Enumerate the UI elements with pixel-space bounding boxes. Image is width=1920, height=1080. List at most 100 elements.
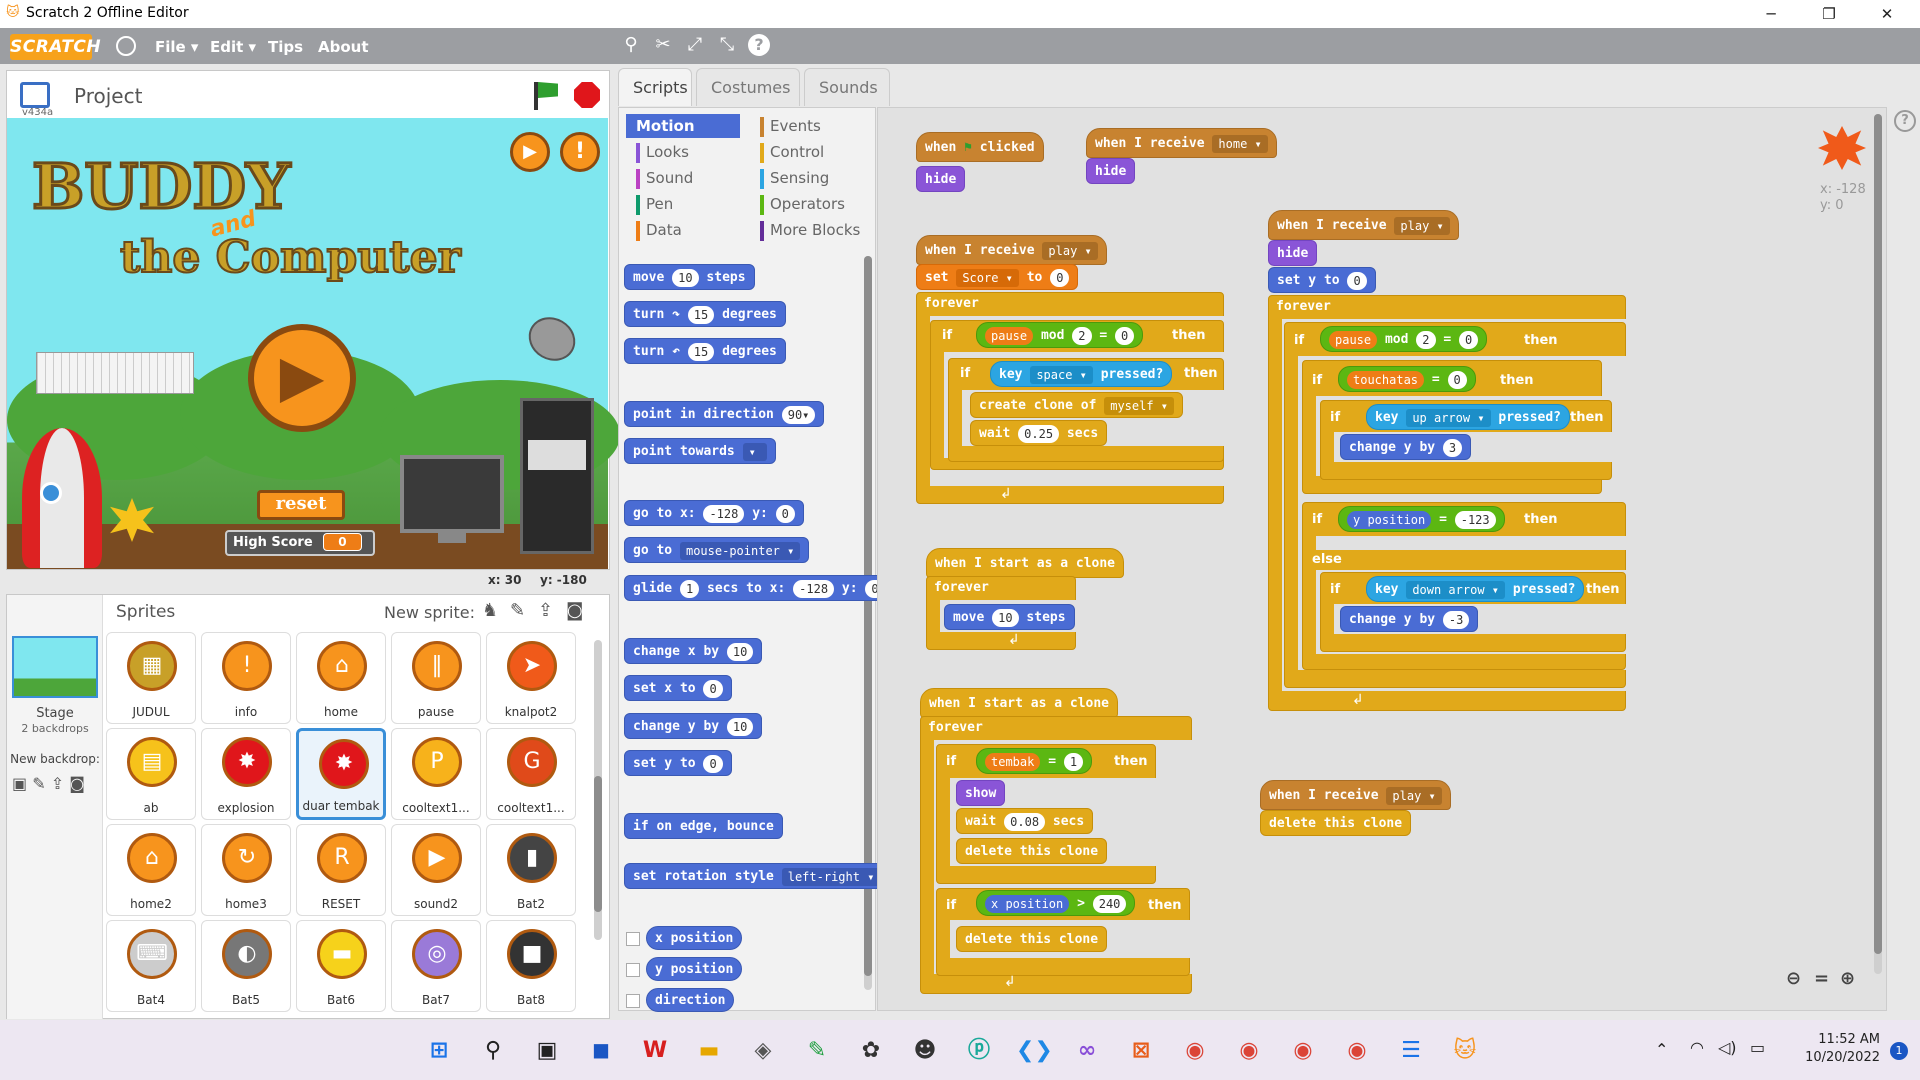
green-flag-icon[interactable] bbox=[538, 82, 558, 98]
reset-button[interactable]: reset bbox=[257, 490, 345, 520]
hat-when-receive-home[interactable]: when I receive home ▾ bbox=[1086, 128, 1277, 158]
minimize-button[interactable]: ─ bbox=[1746, 0, 1796, 28]
camera-sprite-icon[interactable]: ◙ bbox=[566, 600, 583, 621]
notification-badge[interactable]: 1 bbox=[1890, 1042, 1908, 1060]
hat-when-receive-play[interactable]: when I receive play ▾ bbox=[916, 235, 1107, 265]
variable-reporter[interactable]: tembak bbox=[985, 752, 1041, 771]
file-explorer-icon[interactable]: ▬ bbox=[692, 1034, 726, 1068]
hat-when-start-as-clone[interactable]: when I start as a clone bbox=[920, 688, 1119, 718]
sound-button-icon[interactable]: ▶ bbox=[510, 132, 550, 172]
task-view-icon[interactable]: ▣ bbox=[530, 1034, 564, 1068]
paint-sprite-icon[interactable]: ✎ bbox=[510, 600, 525, 621]
store-icon[interactable]: ◼ bbox=[584, 1034, 618, 1068]
category-more-blocks[interactable]: More Blocks bbox=[750, 218, 864, 242]
block-dropdown[interactable]: home ▾ bbox=[1212, 134, 1268, 153]
variable-reporter[interactable]: pause bbox=[1329, 330, 1378, 349]
block-create-clone[interactable]: create clone of myself ▾ bbox=[970, 392, 1184, 418]
block-delete-clone[interactable]: delete this clone bbox=[956, 926, 1108, 952]
sensing-key-pressed[interactable]: key up arrow ▾ pressed? bbox=[1366, 404, 1571, 430]
tab-sounds[interactable]: Sounds bbox=[804, 68, 890, 106]
block-wait[interactable]: wait 0.25 secs bbox=[970, 420, 1108, 446]
block-input[interactable]: 1 bbox=[679, 579, 700, 598]
block-input[interactable]: 240 bbox=[1092, 894, 1127, 913]
menu-edit[interactable]: Edit ▾ bbox=[210, 38, 256, 56]
menu-file[interactable]: File ▾ bbox=[155, 38, 198, 56]
block-turn-right[interactable]: turn ↷ 15 degrees bbox=[624, 301, 786, 327]
vscode-icon[interactable]: ❮❯ bbox=[1016, 1034, 1053, 1068]
sprites-scroll-thumb[interactable] bbox=[594, 776, 602, 912]
block-input[interactable]: 0 bbox=[1458, 330, 1479, 349]
block-dropdown[interactable]: play ▾ bbox=[1042, 241, 1098, 260]
block-turn-left[interactable]: turn ↶ 15 degrees bbox=[624, 338, 786, 364]
block-input[interactable]: 2 bbox=[1072, 326, 1092, 345]
block-point-direction[interactable]: point in direction 90▾ bbox=[624, 401, 825, 427]
wifi-icon[interactable]: ◠ bbox=[1690, 1038, 1704, 1057]
category-operators[interactable]: Operators bbox=[750, 192, 864, 216]
sprite-tile[interactable]: ! info bbox=[201, 632, 291, 724]
block-dropdown[interactable]: space ▾ bbox=[1030, 365, 1093, 384]
close-button[interactable]: ✕ bbox=[1862, 0, 1912, 28]
hat-when-start-as-clone[interactable]: when I start as a clone bbox=[926, 548, 1125, 578]
block-point-towards[interactable]: point towards ▾ bbox=[624, 438, 776, 464]
sprite-tile[interactable]: ◐ Bat5 bbox=[201, 920, 291, 1012]
sprite-tile[interactable]: ▤ ab bbox=[106, 728, 196, 820]
block-rotation-style[interactable]: set rotation style left-right ▾ bbox=[624, 863, 890, 889]
block-delete-clone[interactable]: delete this clone bbox=[956, 838, 1108, 864]
maximize-button[interactable]: ❐ bbox=[1804, 0, 1854, 28]
search-icon[interactable]: ⚲ bbox=[476, 1034, 510, 1068]
block-input[interactable]: 10 bbox=[726, 642, 754, 661]
xampp-icon[interactable]: ⊠ bbox=[1124, 1034, 1158, 1068]
operator-equals[interactable]: tembak = 1 bbox=[976, 748, 1093, 774]
sprite-tile[interactable]: ✸ duar tembak bbox=[296, 728, 386, 820]
block-wait[interactable]: wait 0.08 secs bbox=[956, 808, 1094, 834]
block-move[interactable]: move 10 steps bbox=[624, 264, 755, 290]
help-tool-icon[interactable]: ? bbox=[748, 34, 770, 56]
sprites-scrollbar[interactable] bbox=[594, 640, 602, 940]
menu-about[interactable]: About bbox=[318, 38, 369, 56]
sprite-tile[interactable]: ⌂ home bbox=[296, 632, 386, 724]
tab-scripts[interactable]: Scripts bbox=[618, 68, 692, 106]
operator-greater-than[interactable]: x position > 240 bbox=[976, 890, 1136, 916]
sensing-key-pressed[interactable]: key down arrow ▾ pressed? bbox=[1366, 576, 1585, 602]
block-input[interactable]: 2 bbox=[1416, 330, 1436, 349]
block-set-y[interactable]: set y to 0 bbox=[1268, 267, 1376, 293]
stage-thumbnail[interactable] bbox=[12, 636, 98, 698]
sprite-tile[interactable]: ▬ Bat6 bbox=[296, 920, 386, 1012]
checkbox-x-position[interactable] bbox=[626, 932, 640, 946]
sensing-key-pressed[interactable]: key space ▾ pressed? bbox=[990, 361, 1173, 387]
tray-chevron-icon[interactable]: ⌃ bbox=[1655, 1040, 1668, 1059]
block-input[interactable]: -3 bbox=[1442, 610, 1470, 629]
menu-tips[interactable]: Tips bbox=[268, 38, 303, 56]
operator-equals[interactable]: touchatas = 0 bbox=[1338, 366, 1476, 392]
block-input[interactable]: 10 bbox=[672, 268, 699, 287]
block-bounce[interactable]: if on edge, bounce bbox=[624, 813, 783, 839]
checkbox-y-position[interactable] bbox=[626, 963, 640, 977]
clock-date[interactable]: 10/20/2022 bbox=[1788, 1050, 1880, 1065]
block-dropdown[interactable]: play ▾ bbox=[1394, 216, 1450, 235]
sprite-tile[interactable]: ▦ JUDUL bbox=[106, 632, 196, 724]
block-dropdown[interactable]: myself ▾ bbox=[1104, 396, 1175, 415]
block-input[interactable]: -128 bbox=[703, 504, 745, 523]
block-input[interactable]: -123 bbox=[1454, 510, 1496, 529]
variable-reporter[interactable]: pause bbox=[985, 326, 1034, 345]
block-hide[interactable]: hide bbox=[1268, 240, 1318, 266]
notepad-icon[interactable]: ☰ bbox=[1394, 1034, 1428, 1068]
checkbox-direction[interactable] bbox=[626, 994, 640, 1008]
block-input[interactable]: 0 bbox=[1347, 271, 1367, 290]
wps-icon[interactable]: W bbox=[638, 1034, 672, 1068]
block-go-to[interactable]: go to mouse-pointer ▾ bbox=[624, 537, 810, 563]
sprite-tile[interactable]: Pcooltext1... bbox=[391, 728, 481, 820]
x-position-reporter[interactable]: x position bbox=[985, 894, 1070, 913]
category-events[interactable]: Events bbox=[750, 114, 864, 138]
category-sound[interactable]: Sound bbox=[626, 166, 740, 190]
category-control[interactable]: Control bbox=[750, 140, 864, 164]
hat-when-receive-play[interactable]: when I receive play ▾ bbox=[1268, 210, 1459, 240]
zoom-in-icon[interactable]: ⊕ bbox=[1840, 968, 1855, 989]
sprite-tile[interactable]: ▮ Bat2 bbox=[486, 824, 576, 916]
sprite-tile[interactable]: ➤ knalpot2 bbox=[486, 632, 576, 724]
operator-equals[interactable]: pause mod 2 = 0 bbox=[1320, 326, 1488, 352]
chrome-profile2-icon[interactable]: ◉ bbox=[1286, 1034, 1320, 1068]
block-dropdown[interactable]: left-right ▾ bbox=[781, 867, 881, 886]
block-input[interactable]: 3 bbox=[1442, 438, 1463, 457]
visual-studio-icon[interactable]: ∞ bbox=[1070, 1034, 1104, 1068]
